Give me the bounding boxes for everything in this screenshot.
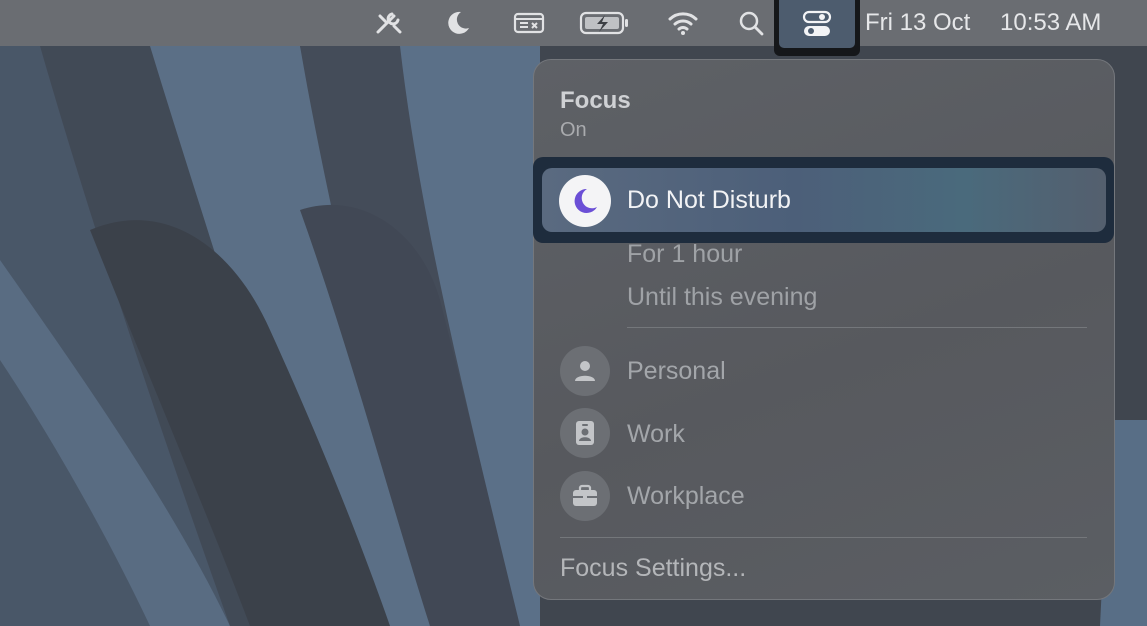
person-icon[interactable] [560, 346, 610, 396]
divider [627, 327, 1087, 328]
tools-icon[interactable] [372, 8, 406, 38]
focus-mode-workplace[interactable]: Workplace [627, 482, 745, 511]
id-badge-icon[interactable] [560, 408, 610, 458]
moon-icon [574, 188, 597, 213]
do-not-disturb-label: Do Not Disturb [627, 186, 791, 214]
focus-mode-work[interactable]: Work [627, 420, 685, 449]
menubar-date[interactable]: Fri 13 Oct [865, 0, 970, 46]
battery-charging-icon[interactable] [578, 8, 630, 38]
menu-bar: Fri 13 Oct 10:53 AM [0, 0, 1147, 56]
focus-mode-personal[interactable]: Personal [627, 357, 726, 386]
control-center-icon[interactable] [800, 9, 834, 39]
moon-icon[interactable] [443, 8, 473, 38]
dnd-option-evening[interactable]: Until this evening [627, 283, 817, 312]
dnd-option-1-hour[interactable]: For 1 hour [627, 240, 742, 269]
focus-panel [533, 59, 1115, 600]
dnd-toggle-circle[interactable] [559, 175, 611, 227]
search-icon[interactable] [737, 8, 765, 38]
focus-settings-link[interactable]: Focus Settings... [560, 554, 746, 583]
focus-state: On [560, 119, 587, 141]
focus-title[interactable]: Focus [560, 87, 631, 115]
menubar-time[interactable]: 10:53 AM [1000, 0, 1101, 46]
divider [560, 537, 1087, 538]
wifi-icon[interactable] [666, 8, 700, 38]
briefcase-icon[interactable] [560, 471, 610, 521]
display-icon[interactable] [512, 8, 546, 38]
